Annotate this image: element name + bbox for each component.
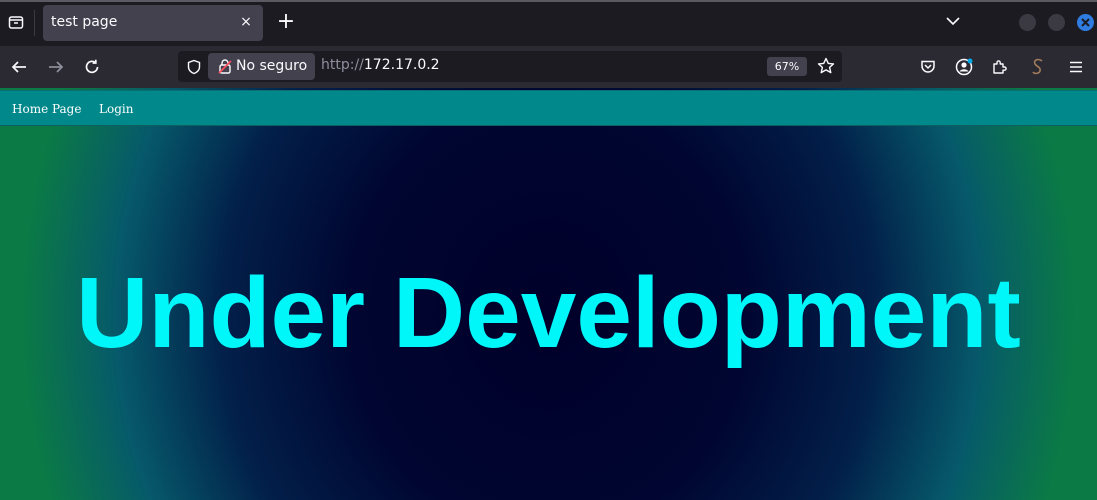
- close-icon: [1081, 18, 1090, 27]
- url-text[interactable]: http://172.17.0.2: [321, 57, 440, 73]
- bookmark-star-icon[interactable]: [816, 56, 836, 76]
- site-nav-bar: Home Page Login: [0, 90, 1097, 126]
- nav-toolbar: No seguro http://172.17.0.2 67%: [0, 46, 1097, 88]
- page-viewport: Home Page Login Under Development: [0, 88, 1097, 500]
- address-bar[interactable]: No seguro http://172.17.0.2 67%: [178, 51, 842, 82]
- new-tab-button[interactable]: +: [275, 11, 297, 33]
- pocket-icon[interactable]: [917, 56, 939, 78]
- url-host: 172.17.0.2: [363, 57, 440, 73]
- forward-arrow-icon[interactable]: [45, 56, 67, 78]
- security-indicator[interactable]: No seguro: [208, 53, 315, 80]
- window-top-edge: [0, 0, 1097, 2]
- tab-active[interactable]: test page ×: [43, 5, 263, 41]
- nav-link-login[interactable]: Login: [99, 102, 133, 116]
- extension-s-icon[interactable]: [1027, 56, 1049, 78]
- chevron-down-icon[interactable]: [944, 12, 964, 32]
- page-heading: Under Development: [76, 257, 1021, 369]
- hamburger-menu-icon[interactable]: [1065, 56, 1087, 78]
- shield-icon[interactable]: [183, 56, 205, 78]
- zoom-level-badge[interactable]: 67%: [767, 57, 807, 76]
- url-scheme: http://: [321, 57, 364, 73]
- extensions-icon[interactable]: [989, 56, 1011, 78]
- window-close-button[interactable]: [1077, 14, 1094, 31]
- minimize-button[interactable]: [1019, 14, 1036, 31]
- tab-separator: [34, 10, 35, 36]
- tab-title: test page: [51, 14, 118, 30]
- maximize-button[interactable]: [1048, 14, 1065, 31]
- account-icon[interactable]: [953, 56, 975, 78]
- back-arrow-icon[interactable]: [8, 56, 30, 78]
- nav-link-home[interactable]: Home Page: [12, 102, 81, 116]
- insecure-lock-icon: [218, 59, 232, 74]
- tab-close-icon[interactable]: ×: [237, 13, 255, 31]
- security-label: No seguro: [236, 58, 308, 74]
- reload-icon[interactable]: [81, 56, 103, 78]
- tab-list-icon[interactable]: [4, 10, 28, 34]
- tab-strip: test page × +: [0, 0, 1097, 46]
